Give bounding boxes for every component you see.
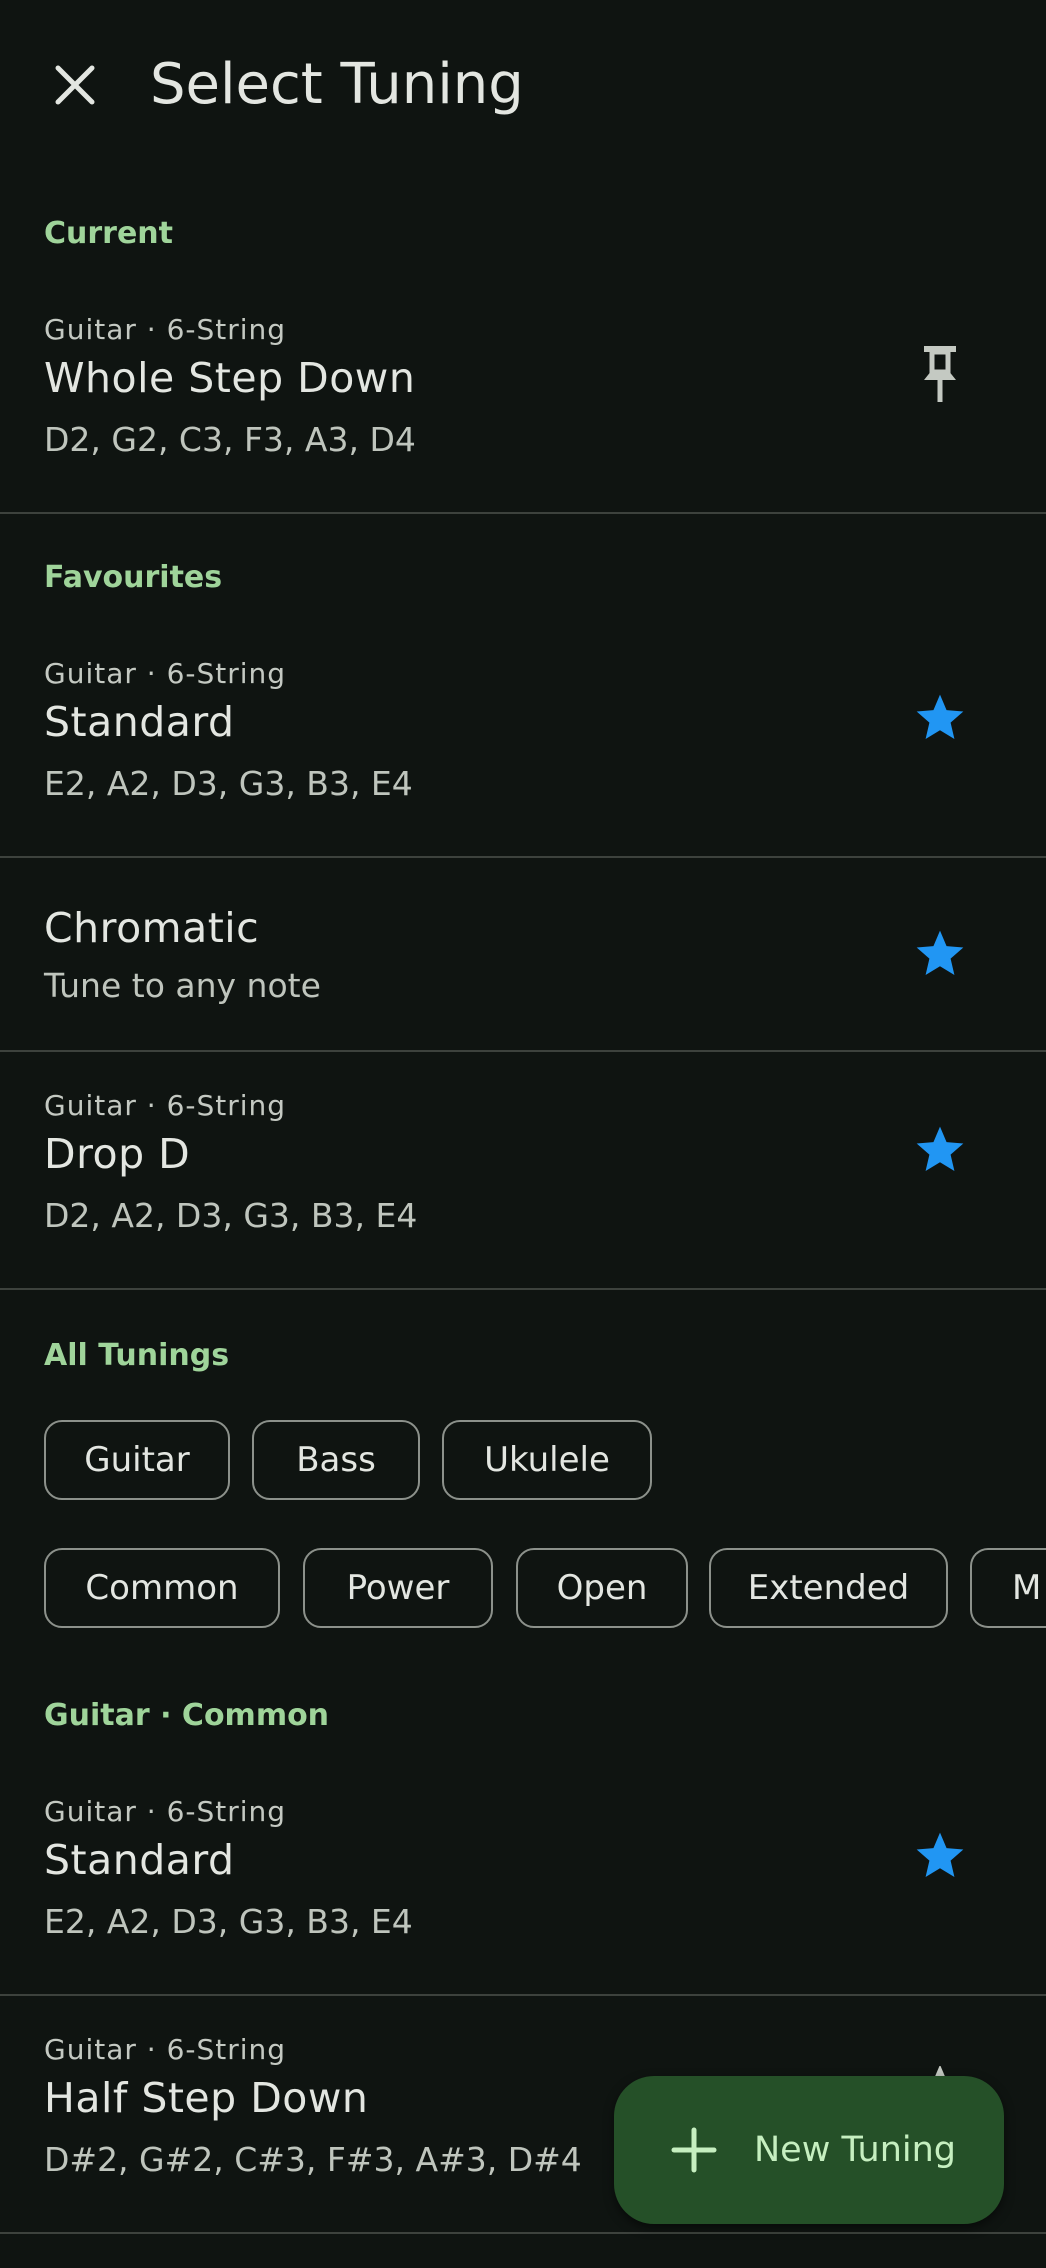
chip-open[interactable]: Open: [516, 1548, 688, 1628]
chip-guitar[interactable]: Guitar: [44, 1420, 230, 1500]
divider: [0, 512, 1046, 514]
tuning-notes: D#2, G#2, C#3, F#3, A#3, D#4: [44, 2140, 582, 2179]
divider: [0, 2232, 1046, 2234]
star-icon: [916, 930, 964, 975]
star-icon: [916, 694, 964, 739]
tuning-notes: D2, G2, C3, F3, A3, D4: [44, 420, 416, 459]
tuning-notes: D2, A2, D3, G3, B3, E4: [44, 1196, 418, 1235]
divider: [0, 1994, 1046, 1996]
chip-bass[interactable]: Bass: [252, 1420, 420, 1500]
tuning-item-standard[interactable]: Guitar · 6-String Standard E2, A2, D3, G…: [0, 1782, 1046, 1994]
plus-icon: [671, 2127, 717, 2173]
favourite-item-drop-d[interactable]: Guitar · 6-String Drop D D2, A2, D3, G3,…: [0, 1076, 1046, 1288]
section-header-favourites: Favourites: [44, 560, 223, 595]
section-header-all-tunings: All Tunings: [44, 1338, 230, 1373]
tuning-name: Standard: [44, 1836, 235, 1884]
star-icon: [916, 1126, 964, 1171]
pin-icon: [924, 346, 956, 402]
tuning-instrument: Guitar · 6-String: [44, 313, 287, 346]
tuning-name: Standard: [44, 698, 235, 746]
favourite-item-standard[interactable]: Guitar · 6-String Standard E2, A2, D3, G…: [0, 644, 1046, 856]
group-header-guitar-common: Guitar · Common: [44, 1698, 330, 1733]
tuning-instrument: Guitar · 6-String: [44, 2033, 287, 2066]
tuning-name: Whole Step Down: [44, 354, 416, 402]
new-tuning-label: New Tuning: [754, 2130, 957, 2170]
pin-button[interactable]: [900, 334, 980, 414]
page-title: Select Tuning: [150, 52, 524, 117]
chip-power[interactable]: Power: [303, 1548, 493, 1628]
close-button[interactable]: [30, 40, 120, 130]
tuning-notes: E2, A2, D3, G3, B3, E4: [44, 1902, 413, 1941]
chip-more-partial[interactable]: M: [970, 1548, 1046, 1628]
close-icon: [55, 65, 95, 105]
tuning-instrument: Guitar · 6-String: [44, 657, 287, 690]
tuning-instrument: Guitar · 6-String: [44, 1795, 287, 1828]
favourite-toggle[interactable]: [900, 1816, 980, 1896]
chip-common[interactable]: Common: [44, 1548, 280, 1628]
tuning-name: Chromatic: [44, 904, 260, 952]
favourite-item-chromatic[interactable]: Chromatic Tune to any note: [0, 858, 1046, 1050]
favourite-toggle[interactable]: [900, 678, 980, 758]
tuning-name: Half Step Down: [44, 2074, 369, 2122]
new-tuning-fab[interactable]: New Tuning: [614, 2076, 1004, 2224]
divider: [0, 1050, 1046, 1052]
tuning-description: Tune to any note: [44, 966, 321, 1005]
tuning-name: Drop D: [44, 1130, 191, 1178]
current-tuning-item[interactable]: Guitar · 6-String Whole Step Down D2, G2…: [0, 300, 1046, 512]
star-icon: [916, 1832, 964, 1877]
favourite-toggle[interactable]: [900, 914, 980, 994]
app-bar: Select Tuning: [0, 0, 1046, 170]
chip-ukulele[interactable]: Ukulele: [442, 1420, 652, 1500]
section-header-current: Current: [44, 216, 174, 251]
chip-extended[interactable]: Extended: [709, 1548, 948, 1628]
tuning-notes: E2, A2, D3, G3, B3, E4: [44, 764, 413, 803]
tuning-instrument: Guitar · 6-String: [44, 1089, 287, 1122]
divider: [0, 1288, 1046, 1290]
favourite-toggle[interactable]: [900, 1110, 980, 1190]
